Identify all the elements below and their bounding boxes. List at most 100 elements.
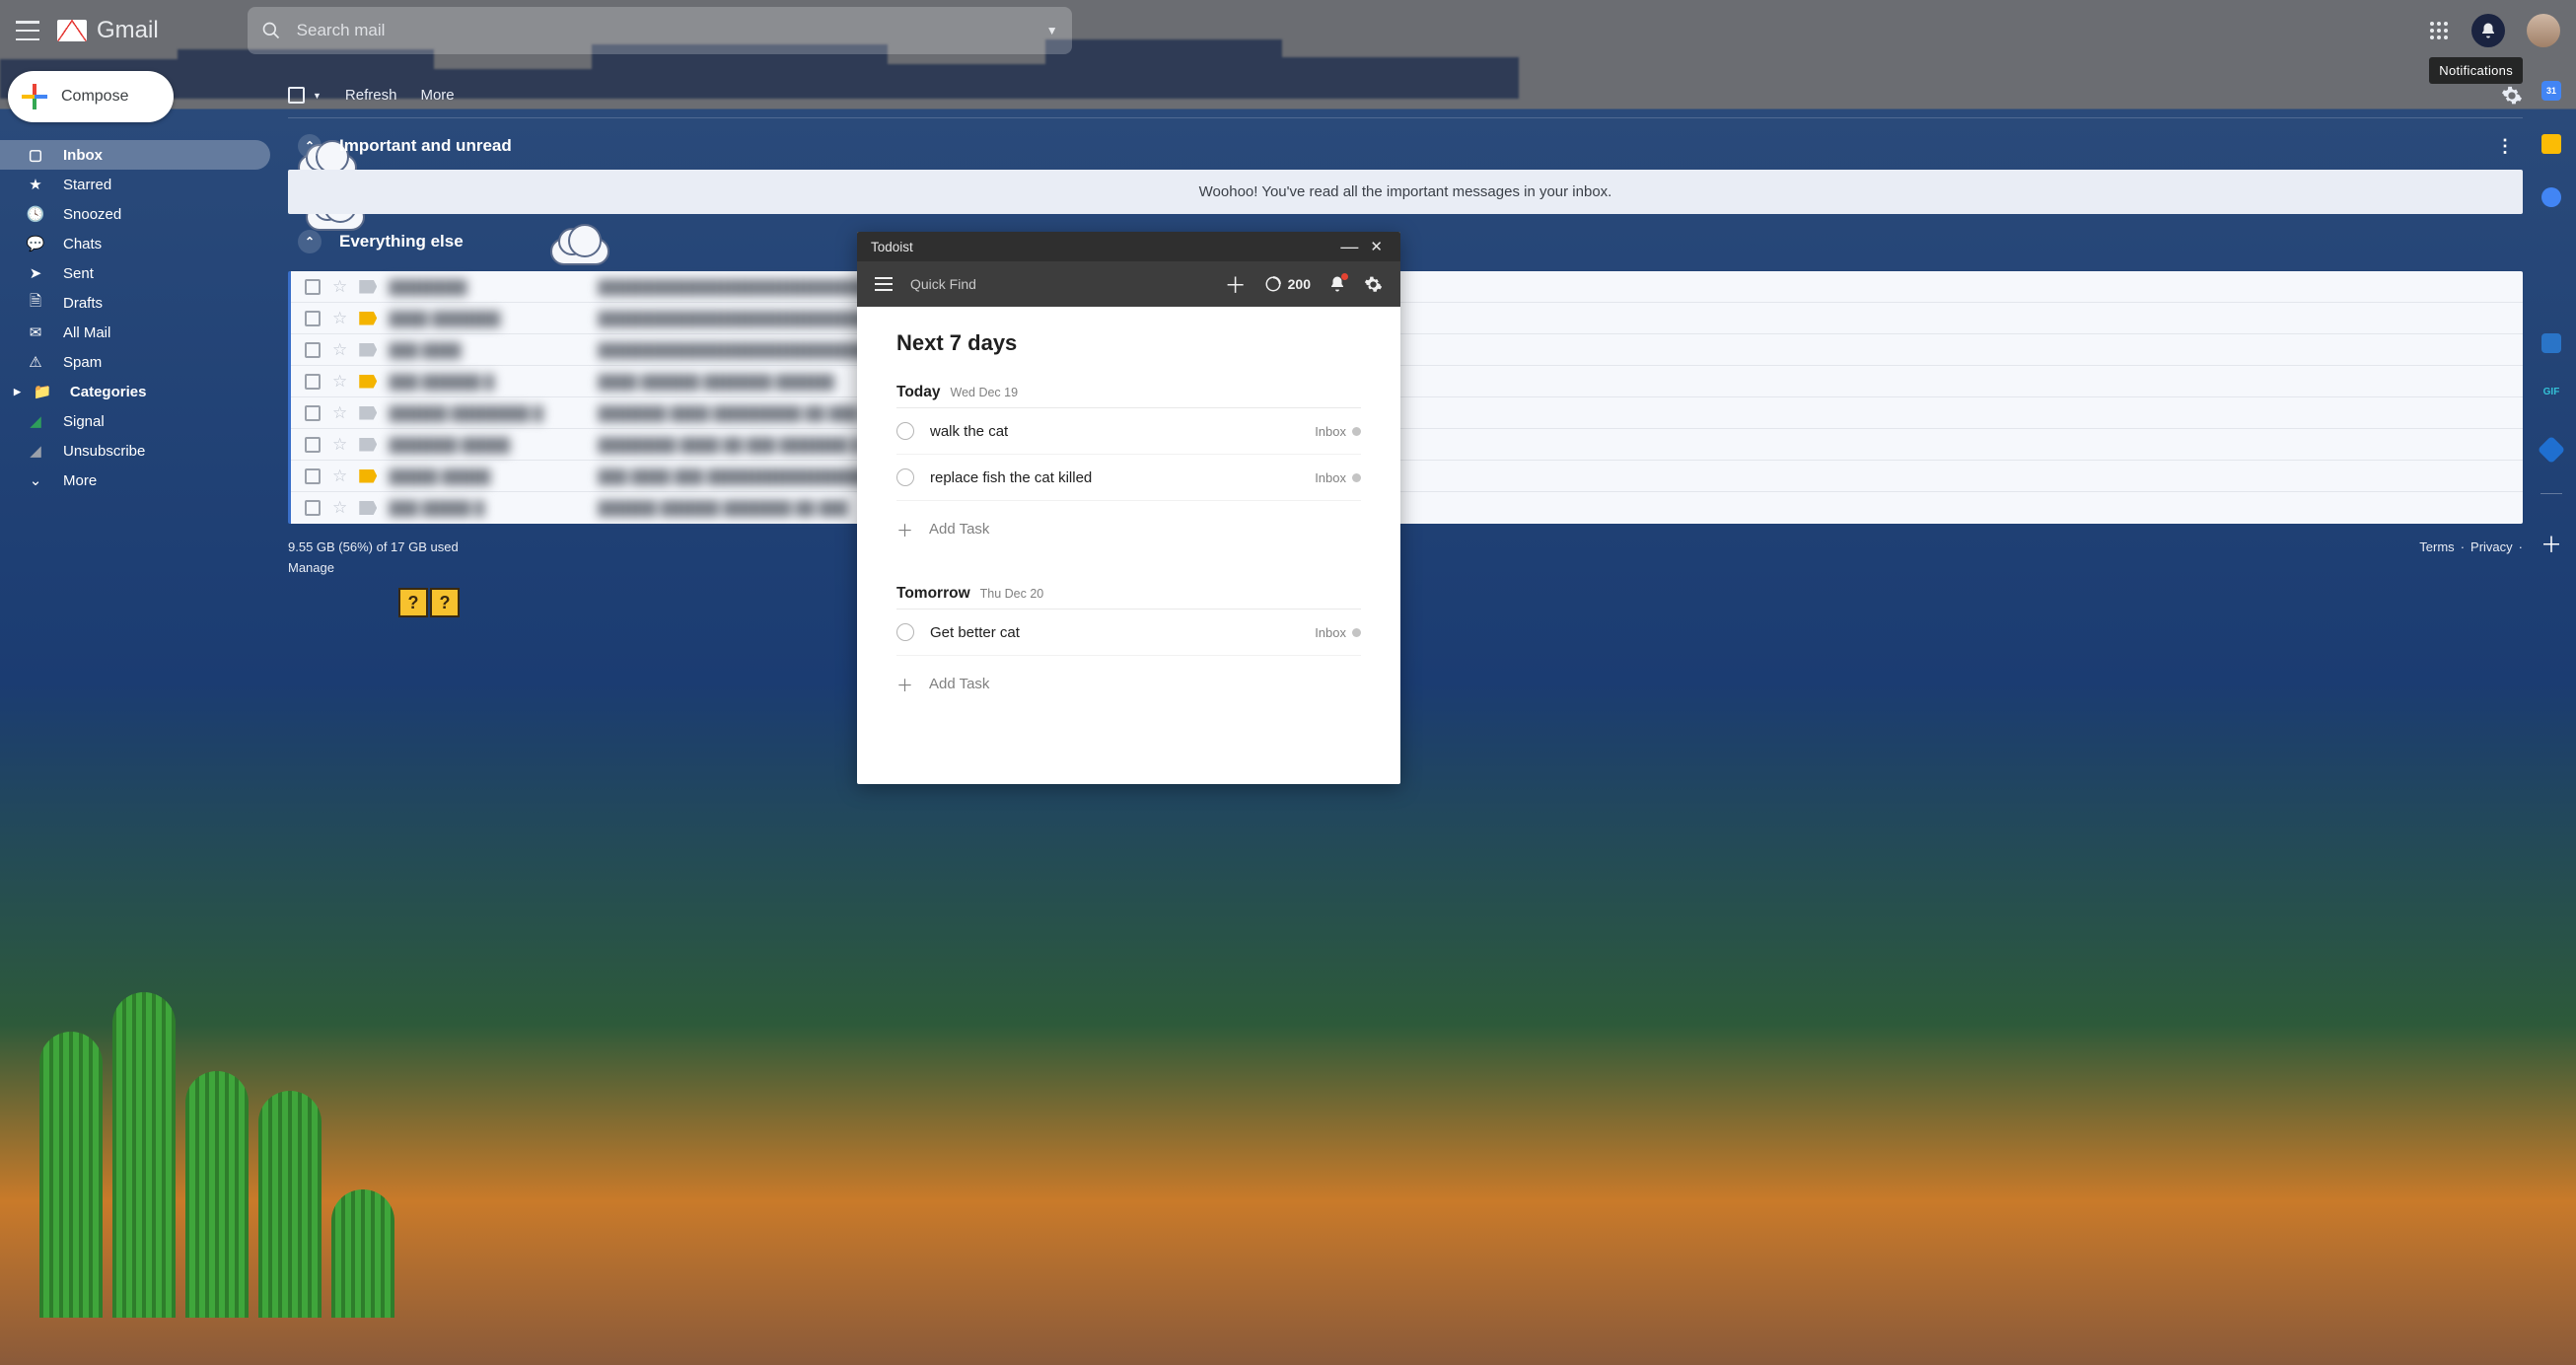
manage-storage-link[interactable]: Manage: [288, 560, 459, 575]
search-icon[interactable]: [261, 21, 281, 40]
row-checkbox[interactable]: [305, 437, 321, 453]
todoist-add-icon[interactable]: ＋: [1225, 268, 1247, 300]
footer: 9.55 GB (56%) of 17 GB used Manage Terms…: [288, 539, 2523, 575]
mail-row[interactable]: ☆███████████████████████████████████████…: [291, 271, 2523, 303]
notifications-button[interactable]: [2471, 14, 2505, 47]
mail-row[interactable]: ☆███ █████ ███████ ██████ ███████ ██ ███: [291, 492, 2523, 524]
todoist-title: Todoist: [871, 240, 913, 254]
keep-addon-icon[interactable]: [2541, 134, 2561, 154]
task-checkbox[interactable]: [896, 623, 914, 641]
importance-marker[interactable]: [359, 469, 377, 483]
importance-marker[interactable]: [359, 280, 377, 294]
todoist-body: Next 7 days Today Wed Dec 19 walk the ca…: [857, 307, 1400, 784]
importance-marker[interactable]: [359, 501, 377, 515]
sidebar-item-more[interactable]: ⌄More: [0, 466, 270, 495]
privacy-link[interactable]: Privacy: [2470, 539, 2513, 575]
star-icon[interactable]: ☆: [332, 403, 347, 423]
search-options-dropdown-icon[interactable]: ▼: [1046, 24, 1058, 37]
star-icon[interactable]: ☆: [332, 498, 347, 518]
sidebar-item-spam[interactable]: ⚠Spam: [0, 347, 270, 377]
importance-marker[interactable]: [359, 343, 377, 357]
star-icon[interactable]: ☆: [332, 340, 347, 360]
sidebar-item-signal[interactable]: ◢Signal: [0, 406, 270, 436]
importance-marker[interactable]: [359, 375, 377, 389]
day-label: Tomorrow: [896, 585, 970, 603]
plus-icon: ＋: [896, 672, 913, 696]
todoist-settings-icon[interactable]: [1364, 275, 1383, 294]
star-icon[interactable]: ☆: [332, 309, 347, 328]
sidebar-item-starred[interactable]: ★Starred: [0, 170, 270, 199]
row-checkbox[interactable]: [305, 279, 321, 295]
row-checkbox[interactable]: [305, 468, 321, 484]
mail-list: ☆███████████████████████████████████████…: [288, 271, 2523, 524]
search-box[interactable]: ▼: [248, 7, 1072, 54]
task-project[interactable]: Inbox: [1315, 470, 1361, 485]
todoist-notifications-icon[interactable]: [1328, 275, 1346, 293]
karma-icon[interactable]: 200: [1264, 275, 1311, 293]
todoist-quick-find[interactable]: [910, 276, 1127, 292]
select-dropdown-icon[interactable]: ▼: [313, 91, 322, 101]
row-checkbox[interactable]: [305, 500, 321, 516]
gmail-logo[interactable]: Gmail: [57, 17, 159, 44]
select-all-checkbox[interactable]: [288, 87, 305, 104]
terms-link[interactable]: Terms: [2419, 539, 2454, 575]
calendar-addon-icon[interactable]: [2541, 81, 2561, 101]
star-icon[interactable]: ☆: [332, 277, 347, 297]
sidebar-item-categories[interactable]: ▶📁Categories: [0, 377, 270, 406]
row-checkbox[interactable]: [305, 405, 321, 421]
importance-marker[interactable]: [359, 312, 377, 325]
row-checkbox[interactable]: [305, 311, 321, 326]
day-label: Today: [896, 384, 941, 401]
sidebar-item-inbox[interactable]: ▢Inbox: [0, 140, 270, 170]
task-project[interactable]: Inbox: [1315, 625, 1361, 640]
mail-row[interactable]: ☆███ ██████ █████ ██████ ███████ ██████: [291, 366, 2523, 397]
collapse-toggle[interactable]: ⌃: [298, 134, 322, 158]
todoist-titlebar[interactable]: Todoist — ✕: [857, 232, 1400, 261]
row-checkbox[interactable]: [305, 374, 321, 390]
refresh-button[interactable]: Refresh: [345, 87, 397, 104]
add-task-button[interactable]: ＋ Add Task: [896, 656, 1361, 724]
add-task-button[interactable]: ＋ Add Task: [896, 501, 1361, 569]
todoist-menu-icon[interactable]: [875, 277, 893, 291]
importance-marker[interactable]: [359, 406, 377, 420]
add-addon-button[interactable]: ＋: [2540, 528, 2562, 559]
apps-grid-icon[interactable]: [2428, 20, 2450, 41]
star-icon[interactable]: ☆: [332, 435, 347, 455]
account-avatar[interactable]: [2527, 14, 2560, 47]
mail-row[interactable]: ☆██████ ████████ ████████ ████ █████████…: [291, 397, 2523, 429]
sidebar-item-sent[interactable]: ➤Sent: [0, 258, 270, 288]
task-checkbox[interactable]: [896, 468, 914, 486]
gif-addon-icon[interactable]: GIF: [2541, 387, 2561, 406]
mail-row[interactable]: ☆███ ███████████████████████████████████…: [291, 334, 2523, 366]
star-icon[interactable]: ☆: [332, 467, 347, 486]
sidebar-item-unsubscribe[interactable]: ◢Unsubscribe: [0, 436, 270, 466]
star-icon[interactable]: ☆: [332, 372, 347, 392]
sidebar-item-snoozed[interactable]: 🕓Snoozed: [0, 199, 270, 229]
compose-button[interactable]: Compose: [8, 71, 174, 122]
task-project[interactable]: Inbox: [1315, 424, 1361, 439]
sidebar-item-chats[interactable]: 💬Chats: [0, 229, 270, 258]
sent-icon: ➤: [26, 264, 45, 282]
sidebar-item-allmail[interactable]: ✉All Mail: [0, 318, 270, 347]
todoist-task[interactable]: Get better cat Inbox: [896, 610, 1361, 656]
search-input[interactable]: [297, 21, 1031, 40]
section-more-icon[interactable]: ⋮: [2496, 136, 2513, 157]
mail-row[interactable]: ☆███████ █████████████ ████ ██ ███ █████…: [291, 429, 2523, 461]
close-button[interactable]: ✕: [1366, 238, 1387, 255]
minimize-button[interactable]: —: [1332, 237, 1366, 257]
collapse-toggle[interactable]: ⌃: [298, 230, 322, 253]
row-checkbox[interactable]: [305, 342, 321, 358]
settings-gear-icon[interactable]: [2501, 85, 2523, 107]
tasks-addon-icon[interactable]: [2541, 187, 2561, 207]
sidebar-item-drafts[interactable]: 🗎Drafts: [0, 288, 270, 318]
more-button[interactable]: More: [420, 87, 454, 104]
main-menu-button[interactable]: [16, 21, 39, 40]
dropbox-addon-icon[interactable]: [2538, 436, 2565, 464]
trello-addon-icon[interactable]: [2541, 333, 2561, 353]
todoist-task[interactable]: replace fish the cat killed Inbox: [896, 455, 1361, 501]
task-checkbox[interactable]: [896, 422, 914, 440]
todoist-task[interactable]: walk the cat Inbox: [896, 408, 1361, 455]
mail-row[interactable]: ☆████ ██████████████████████████████████…: [291, 303, 2523, 334]
importance-marker[interactable]: [359, 438, 377, 452]
mail-row[interactable]: ☆█████ ████████ ████ ███ ███████████████…: [291, 461, 2523, 492]
